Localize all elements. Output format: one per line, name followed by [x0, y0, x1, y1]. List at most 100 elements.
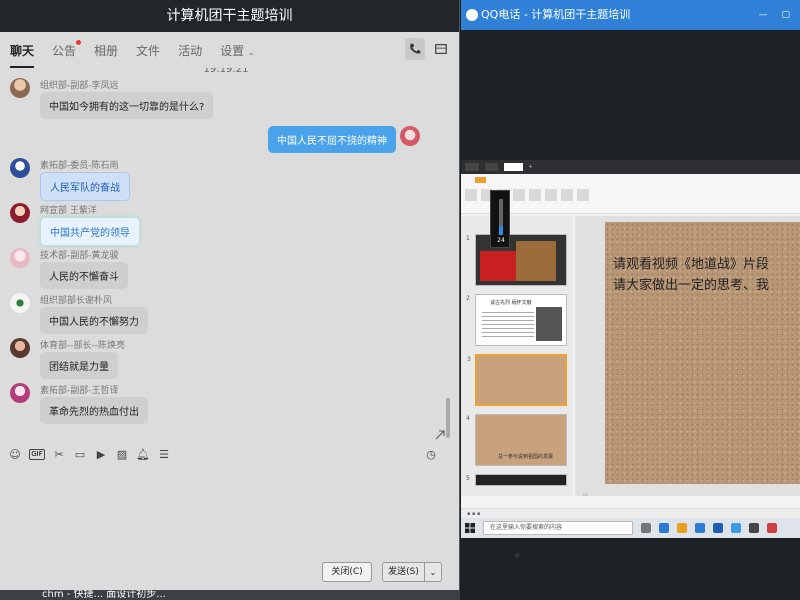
ppt-ribbon [461, 174, 800, 214]
phone-call-button[interactable] [405, 38, 425, 60]
slide-thumbnail[interactable]: 2 谈古先烈 缅怀文献 [466, 294, 567, 346]
video-icon[interactable]: ▶ [94, 447, 108, 461]
ppt-doc-tabs: + [461, 160, 800, 174]
new-tab-icon[interactable]: + [529, 164, 533, 170]
taskbar-app-icon[interactable] [767, 523, 777, 533]
ppt-menu [461, 174, 800, 186]
folder-icon[interactable]: ▭ [73, 447, 87, 461]
tab-announcement[interactable]: 公告 [52, 39, 82, 59]
message-sender: 组织部-副部-李凤远 [40, 81, 119, 91]
thumbnail-title: 总一参与说到祖国的发展 [498, 454, 554, 460]
avatar[interactable] [400, 126, 420, 146]
thumbnail-title: 谈古先烈 缅怀文献 [490, 300, 532, 306]
slide-number: 5 [466, 475, 470, 482]
call-titlebar: QQ电话 - 计算机团干主题培训 — ▢ [461, 0, 800, 30]
ppt-tool-icon[interactable] [513, 189, 525, 201]
toolbox-icon [435, 44, 447, 54]
gif-icon[interactable]: GIF [29, 448, 45, 460]
message-bubble[interactable]: 人民军队的奋战 [40, 172, 130, 201]
send-button[interactable]: 发送(S) ⌄ [382, 562, 442, 582]
taskbar-app-icon[interactable] [749, 523, 759, 533]
chevron-down-icon: ⌄ [247, 47, 255, 57]
window-controls: — ▢ [758, 0, 790, 30]
bell-icon[interactable]: 🔔︎ [136, 447, 150, 461]
ppt-tool-icon[interactable] [577, 189, 589, 201]
slide-notes[interactable]: ▭ [575, 492, 588, 498]
emoji-icon[interactable]: ☺ [8, 447, 22, 461]
slide-number: 2 [466, 295, 470, 302]
avatar[interactable] [10, 383, 30, 403]
message-list[interactable]: 19:19:21 组织部-副部-李凤远 中国如今拥有的这一切靠的是什么? 中国人… [0, 68, 452, 440]
tab-activities[interactable]: 活动 [178, 42, 202, 59]
taskbar-app-icon[interactable] [641, 523, 651, 533]
expand-icon[interactable] [435, 430, 445, 440]
group-chat-window: 计算机团干主题培训 聊天 公告 相册 文件 活动 设置 ⌄ 19:19:21 组… [0, 0, 460, 590]
slide-thumbnail[interactable]: 4 总一参与说到祖国的发展 [466, 414, 567, 466]
image-icon[interactable]: ▨ [115, 447, 129, 461]
close-button[interactable]: 关闭(C) [322, 562, 372, 582]
message-input[interactable] [0, 468, 452, 560]
minimize-icon[interactable]: — [758, 0, 767, 30]
ppt-menu-item[interactable] [519, 177, 521, 183]
message-sender: 技术部-副部-黄龙骏 [40, 251, 119, 261]
ppt-tool-icon[interactable] [545, 189, 557, 201]
ppt-toolbar [461, 186, 800, 212]
history-clock-icon[interactable]: ◷ [424, 447, 438, 461]
tab-album[interactable]: 相册 [94, 42, 118, 59]
thumbnail-image [536, 307, 562, 341]
ppt-tool-icon[interactable] [561, 189, 573, 201]
ppt-tool-icon[interactable] [529, 189, 541, 201]
slide-thumbnail-selected[interactable]: 3 [467, 354, 567, 406]
taskbar-app-icon[interactable] [713, 523, 723, 533]
message-bubble[interactable]: 中国如今拥有的这一切靠的是什么? [40, 92, 214, 119]
maximize-icon[interactable]: ▢ [781, 0, 790, 30]
taskbar-app-icon[interactable] [731, 523, 741, 533]
taskbar-search-input[interactable]: 在这里输入你要搜索的内容 [483, 521, 633, 535]
tab-settings[interactable]: 设置 ⌄ [220, 42, 255, 59]
send-button-label: 发送(S) [383, 563, 425, 581]
tab-files[interactable]: 文件 [136, 42, 160, 59]
message-bubble[interactable]: 中国人民不屈不挠的精神 [268, 126, 396, 153]
screenshot-scissors-icon[interactable]: ✂ [52, 447, 66, 461]
more-tools-button[interactable] [431, 38, 451, 60]
message-bubble[interactable]: 人民的不懈奋斗 [40, 262, 128, 289]
avatar[interactable] [10, 203, 30, 223]
volume-value: 24 [497, 237, 505, 244]
ppt-menu-item-start[interactable] [475, 177, 487, 183]
windows-start-icon[interactable] [465, 523, 475, 533]
message-bubble[interactable]: 革命先烈的热血付出 [40, 397, 148, 424]
slide-thumbnail[interactable]: 5 [466, 474, 567, 486]
slide-editor[interactable]: 请观看视频《地道战》片段 请大家做出一定的思考、我 [575, 216, 800, 496]
doc-tab[interactable] [465, 163, 479, 171]
slide-number: 3 [467, 356, 471, 363]
screen-root: 计算机团干主题培训 聊天 公告 相册 文件 活动 设置 ⌄ 19:19:21 组… [0, 0, 800, 600]
ppt-tool-icon[interactable] [465, 189, 477, 201]
chat-header-tools [405, 38, 451, 60]
more-icon[interactable]: ☰ [157, 447, 171, 461]
slide-text[interactable]: 请观看视频《地道战》片段 请大家做出一定的思考、我 [613, 254, 769, 296]
slide-thumbnail[interactable]: 1 [466, 234, 567, 286]
add-slide-icon[interactable]: + [513, 550, 521, 561]
message-bubble[interactable]: 中国共产党的领导 [40, 217, 140, 246]
ppt-menu-item[interactable] [496, 177, 498, 183]
taskbar-app-icon[interactable] [677, 523, 687, 533]
avatar[interactable] [10, 248, 30, 268]
message-sender: 素拓部-委员-陈石雨 [40, 161, 119, 171]
avatar[interactable] [10, 293, 30, 313]
message-bubble[interactable]: 团结就是力量 [40, 352, 118, 379]
message-scrollbar[interactable] [446, 398, 450, 438]
qq-call-window: QQ电话 - 计算机团干主题培训 — ▢ + 1 2 谈古先烈 缅怀文献 3 4… [461, 0, 800, 600]
doc-tab-active[interactable] [504, 163, 523, 171]
ppt-menu-item[interactable] [508, 177, 510, 183]
message-bubble[interactable]: 中国人民的不懈努力 [40, 307, 148, 334]
tab-chat[interactable]: 聊天 [10, 42, 35, 68]
avatar[interactable] [10, 158, 30, 178]
avatar[interactable] [10, 78, 30, 98]
chevron-down-icon[interactable]: ⌄ [425, 568, 441, 577]
taskbar-app-icon[interactable] [659, 523, 669, 533]
doc-tab[interactable] [484, 163, 499, 171]
taskbar-app-icon[interactable] [695, 523, 705, 533]
volume-popup[interactable]: 24 [490, 190, 510, 248]
avatar[interactable] [10, 338, 30, 358]
message-timestamp: 19:19:21 [203, 68, 249, 75]
